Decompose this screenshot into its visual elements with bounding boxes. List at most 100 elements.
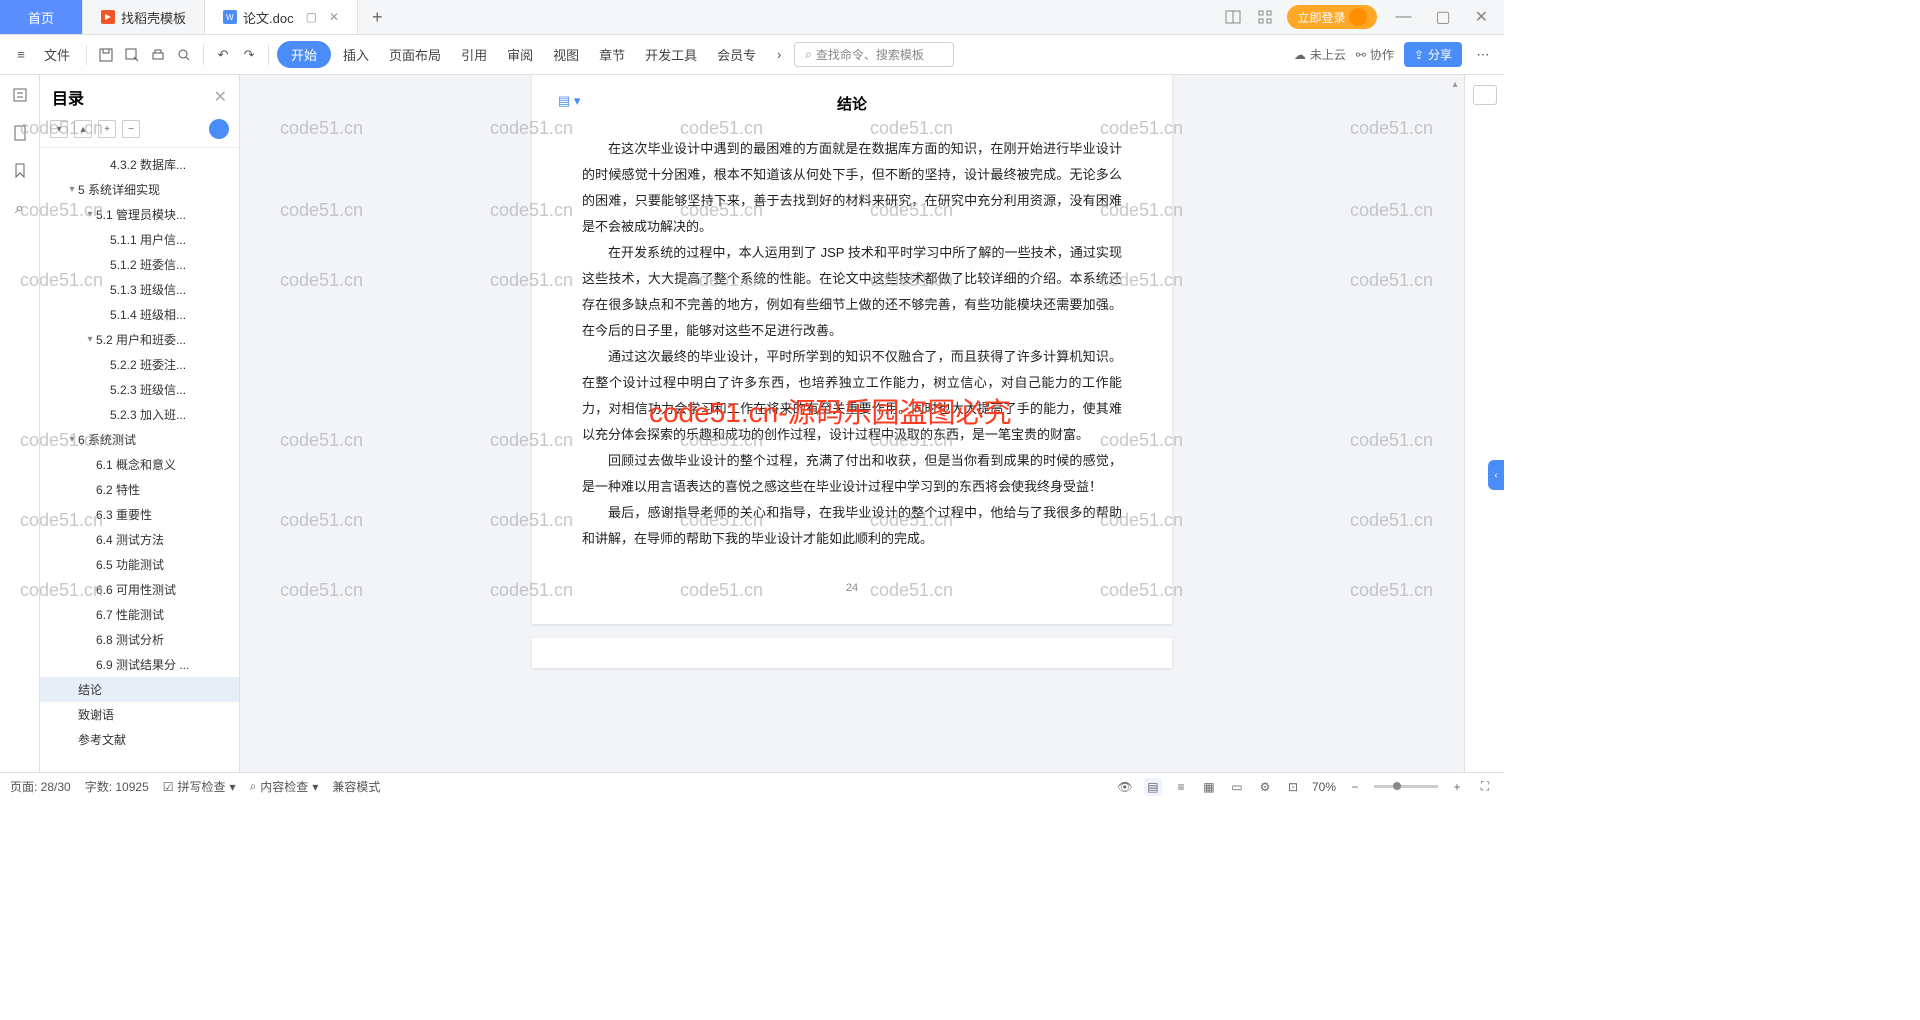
- outline-item[interactable]: ▾5.2 用户和班委...: [40, 327, 239, 352]
- page-corner-icon[interactable]: ▤ ▾: [558, 93, 580, 109]
- collapse-all-icon[interactable]: ▾: [50, 120, 68, 138]
- outline-item[interactable]: 6.5 功能测试: [40, 552, 239, 577]
- tab-templates[interactable]: 找稻壳模板: [83, 0, 205, 34]
- menu-icon[interactable]: ≡: [10, 44, 32, 66]
- scroll-up-icon[interactable]: ▴: [1448, 79, 1462, 93]
- save-icon[interactable]: [95, 44, 117, 66]
- status-bar: 页面: 28/30 字数: 10925 ☑ 拼写检查 ▾ ⌕ 内容检查 ▾ 兼容…: [0, 772, 1504, 800]
- toolbox-icon[interactable]: [1473, 85, 1497, 105]
- outline-item[interactable]: 6.1 概念和意义: [40, 452, 239, 477]
- outline-item[interactable]: 6.3 重要性: [40, 502, 239, 527]
- outline-item-label: 6.1 概念和意义: [96, 456, 176, 473]
- redo-icon[interactable]: ↷: [238, 44, 260, 66]
- word-icon: W: [223, 10, 237, 24]
- outline-item[interactable]: 5.2.3 班级信...: [40, 377, 239, 402]
- menu-review[interactable]: 审阅: [499, 41, 541, 68]
- level-down-icon[interactable]: −: [122, 120, 140, 138]
- outline-item[interactable]: 5.1.2 班委信...: [40, 252, 239, 277]
- outline-item[interactable]: 致谢语: [40, 702, 239, 727]
- menu-insert[interactable]: 插入: [335, 41, 377, 68]
- expand-all-icon[interactable]: ▴: [74, 120, 92, 138]
- tab-document[interactable]: W 论文.doc ▢ ✕: [205, 0, 358, 34]
- more-icon[interactable]: ⋯: [1472, 44, 1494, 66]
- apps-icon[interactable]: [1255, 7, 1275, 27]
- outline-item[interactable]: 5.1.3 班级信...: [40, 277, 239, 302]
- outline-item[interactable]: 6.6 可用性测试: [40, 577, 239, 602]
- caret-icon: ▾: [66, 184, 78, 195]
- outline-item[interactable]: 5.2.2 班委注...: [40, 352, 239, 377]
- outline-badge-icon[interactable]: [209, 119, 229, 139]
- side-tab-icon[interactable]: ‹: [1488, 460, 1504, 490]
- document-area[interactable]: ▤ ▾ 结论 在这次毕业设计中遇到的最困难的方面就是在数据库方面的知识，在刚开始…: [240, 75, 1464, 772]
- layout-icon[interactable]: [1223, 7, 1243, 27]
- outline-close-icon[interactable]: ✕: [214, 87, 227, 107]
- outline-item[interactable]: 6.7 性能测试: [40, 602, 239, 627]
- screen-icon[interactable]: ▢: [306, 10, 317, 24]
- menu-view[interactable]: 视图: [545, 41, 587, 68]
- outline-item[interactable]: 5.1.4 班级相...: [40, 302, 239, 327]
- outline-item[interactable]: ▾5 系统详细实现: [40, 177, 239, 202]
- file-menu[interactable]: 文件: [36, 41, 78, 68]
- tab-close-icon[interactable]: ✕: [329, 10, 339, 24]
- zoom-in-icon[interactable]: +: [1448, 778, 1466, 796]
- spell-check[interactable]: ☑ 拼写检查 ▾: [163, 778, 236, 795]
- menu-start[interactable]: 开始: [277, 41, 331, 68]
- compat-mode[interactable]: 兼容模式: [332, 778, 380, 795]
- menu-layout[interactable]: 页面布局: [381, 41, 449, 68]
- view-read-icon[interactable]: ▭: [1228, 778, 1246, 796]
- search-rail-icon[interactable]: ⌕: [10, 199, 30, 219]
- outline-item[interactable]: 6.8 测试分析: [40, 627, 239, 652]
- tab-templates-label: 找稻壳模板: [121, 8, 186, 27]
- tab-home[interactable]: 首页: [0, 0, 83, 34]
- view-page-icon[interactable]: ▤: [1144, 778, 1162, 796]
- page-indicator[interactable]: 页面: 28/30: [10, 778, 71, 795]
- close-button[interactable]: ✕: [1469, 7, 1494, 27]
- settings-icon[interactable]: ⚙: [1256, 778, 1274, 796]
- outline-item[interactable]: 4.3.2 数据库...: [40, 152, 239, 177]
- undo-icon[interactable]: ↶: [212, 44, 234, 66]
- outline-item[interactable]: 6.9 测试结果分 ...: [40, 652, 239, 677]
- outline-rail-icon[interactable]: [10, 85, 30, 105]
- view-outline-icon[interactable]: ≡: [1172, 778, 1190, 796]
- maximize-button[interactable]: ▢: [1429, 7, 1456, 27]
- tab-add[interactable]: +: [358, 0, 397, 34]
- coop-button[interactable]: ⚯ 协作: [1356, 46, 1394, 63]
- zoom-level[interactable]: 70%: [1312, 780, 1336, 794]
- cloud-status[interactable]: ☁ 未上云: [1294, 46, 1346, 63]
- menu-reference[interactable]: 引用: [453, 41, 495, 68]
- outline-item[interactable]: 5.1.1 用户信...: [40, 227, 239, 252]
- minimize-button[interactable]: —: [1389, 8, 1417, 26]
- zoom-fit-icon[interactable]: ⊡: [1284, 778, 1302, 796]
- level-up-icon[interactable]: +: [98, 120, 116, 138]
- view-web-icon[interactable]: ▦: [1200, 778, 1218, 796]
- zoom-slider[interactable]: [1374, 785, 1438, 788]
- outline-item[interactable]: 5.2.3 加入班...: [40, 402, 239, 427]
- eye-icon[interactable]: 👁: [1116, 778, 1134, 796]
- preview-icon[interactable]: [173, 44, 195, 66]
- outline-item[interactable]: 6.2 特性: [40, 477, 239, 502]
- menu-member[interactable]: 会员专: [709, 41, 764, 68]
- page-gap: [532, 624, 1172, 638]
- word-count[interactable]: 字数: 10925: [85, 778, 149, 795]
- share-button[interactable]: ⇪ 分享: [1404, 42, 1462, 67]
- save-as-icon[interactable]: [121, 44, 143, 66]
- command-search[interactable]: ⌕ 查找命令、搜索模板: [794, 42, 954, 67]
- page-rail-icon[interactable]: [10, 123, 30, 143]
- login-label: 立即登录: [1297, 9, 1345, 26]
- outline-item[interactable]: 6.4 测试方法: [40, 527, 239, 552]
- bookmark-rail-icon[interactable]: [10, 161, 30, 181]
- coop-label: 协作: [1370, 46, 1394, 63]
- fullscreen-icon[interactable]: ⛶: [1476, 778, 1494, 796]
- outline-item[interactable]: ▾6 系统测试: [40, 427, 239, 452]
- print-icon[interactable]: [147, 44, 169, 66]
- search-icon: ⌕: [805, 47, 812, 62]
- menu-devtools[interactable]: 开发工具: [637, 41, 705, 68]
- login-button[interactable]: 立即登录: [1287, 5, 1377, 29]
- outline-item[interactable]: 参考文献: [40, 727, 239, 752]
- content-check[interactable]: ⌕ 内容检查 ▾: [250, 778, 319, 795]
- zoom-out-icon[interactable]: −: [1346, 778, 1364, 796]
- outline-item[interactable]: 结论: [40, 677, 239, 702]
- menu-section[interactable]: 章节: [591, 41, 633, 68]
- outline-item[interactable]: ▾5.1 管理员模块...: [40, 202, 239, 227]
- chevron-right-icon[interactable]: ›: [768, 44, 790, 66]
